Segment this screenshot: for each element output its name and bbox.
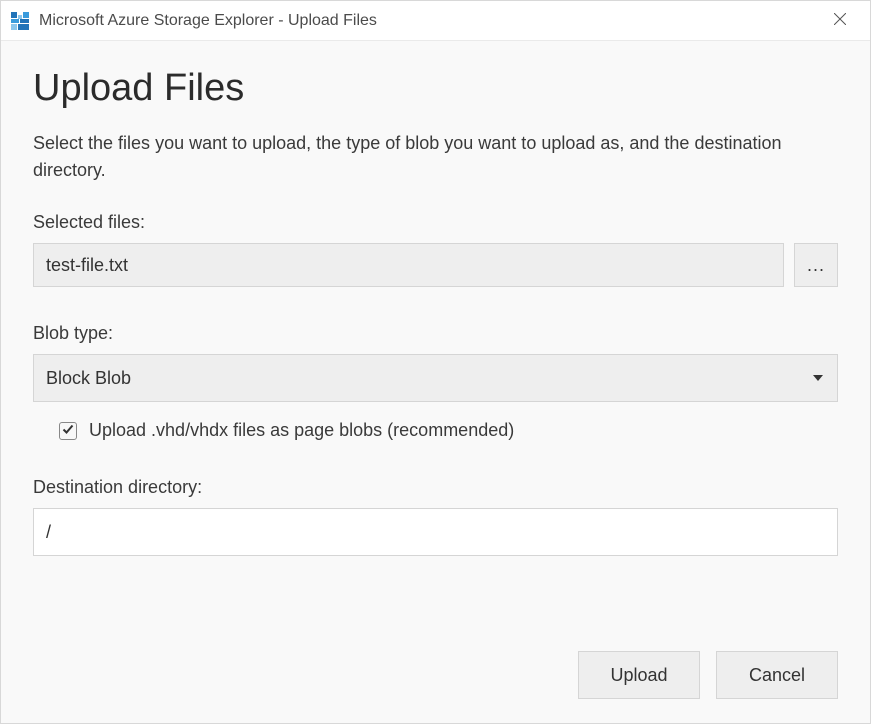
check-icon <box>62 422 74 440</box>
blob-type-select[interactable]: Block Blob <box>33 354 838 402</box>
dialog-content: Upload Files Select the files you want t… <box>1 41 870 723</box>
selected-files-label: Selected files: <box>33 212 838 233</box>
blob-type-select-wrap: Block Blob <box>33 354 838 402</box>
close-button[interactable] <box>820 1 860 41</box>
upload-button[interactable]: Upload <box>578 651 700 699</box>
vhd-checkbox[interactable] <box>59 422 77 440</box>
spacer <box>33 556 838 631</box>
page-description: Select the files you want to upload, the… <box>33 130 838 184</box>
dialog-window: Microsoft Azure Storage Explorer - Uploa… <box>0 0 871 724</box>
page-title: Upload Files <box>33 67 838 110</box>
window-title: Microsoft Azure Storage Explorer - Uploa… <box>39 12 820 30</box>
vhd-checkbox-row: Upload .vhd/vhdx files as page blobs (re… <box>59 420 838 441</box>
title-bar: Microsoft Azure Storage Explorer - Uploa… <box>1 1 870 41</box>
cancel-button[interactable]: Cancel <box>716 651 838 699</box>
destination-input[interactable] <box>33 508 838 556</box>
button-row: Upload Cancel <box>33 651 838 699</box>
selected-files-row: ... <box>33 243 838 287</box>
azure-storage-icon <box>11 12 29 30</box>
selected-files-input[interactable] <box>33 243 784 287</box>
destination-label: Destination directory: <box>33 477 838 498</box>
vhd-checkbox-label[interactable]: Upload .vhd/vhdx files as page blobs (re… <box>89 420 514 441</box>
blob-type-label: Blob type: <box>33 323 838 344</box>
close-icon <box>834 12 846 30</box>
browse-files-button[interactable]: ... <box>794 243 838 287</box>
